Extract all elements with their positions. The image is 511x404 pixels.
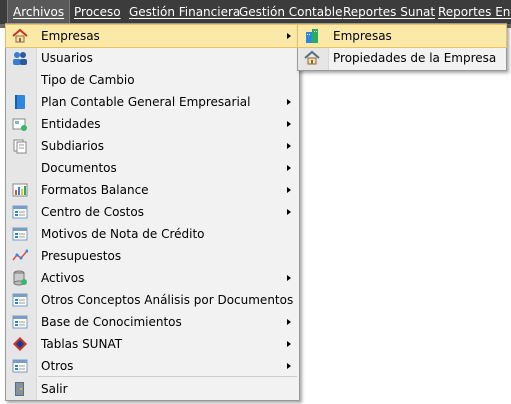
- submenu-arrow-icon: [287, 143, 291, 149]
- menu-item-documentos[interactable]: Documentos: [6, 157, 299, 179]
- menu-item-tablas-sunat[interactable]: Tablas SUNAT: [6, 333, 299, 355]
- menu-item-label: Base de Conocimientos: [41, 315, 182, 329]
- menu-item-base-de-conocimientos[interactable]: Base de Conocimientos: [6, 311, 299, 333]
- submenu-item-propiedades-empresa[interactable]: Propiedades de la Empresa: [298, 47, 506, 69]
- menu-item-label: Empresas: [333, 29, 392, 43]
- users-icon: [13, 52, 27, 65]
- submenu-arrow-icon: [287, 209, 291, 215]
- submenu-item-empresas[interactable]: Empresas: [297, 24, 507, 48]
- menu-archivos[interactable]: Archivos: [6, 0, 71, 25]
- form-icon: [12, 293, 28, 307]
- menu-item-motivos-nota-credito[interactable]: Motivos de Nota de Crédito: [6, 223, 299, 245]
- menu-item-tipo-de-cambio[interactable]: Tipo de Cambio: [6, 69, 299, 91]
- book-icon: [15, 95, 25, 109]
- submenu-arrow-icon: [287, 33, 291, 39]
- menu-item-label: Salir: [41, 382, 68, 396]
- entities-icon: [12, 118, 27, 131]
- form-icon: [12, 359, 28, 373]
- submenu-arrow-icon: [287, 275, 291, 281]
- menu-item-label: Empresas: [41, 29, 100, 43]
- menu-gestion-financiera[interactable]: Gestión Financiera: [124, 0, 245, 24]
- exit-door-icon: [15, 382, 24, 396]
- menu-separator: [38, 376, 297, 377]
- menu-proceso[interactable]: Proceso: [69, 0, 126, 24]
- menu-gestion-contable[interactable]: Gestión Contable: [234, 0, 347, 24]
- menu-item-label: Otros: [41, 359, 74, 373]
- submenu-arrow-icon: [287, 99, 291, 105]
- menu-item-label: Centro de Costos: [41, 205, 144, 219]
- menu-item-label: Motivos de Nota de Crédito: [41, 227, 205, 241]
- form-icon: [12, 227, 28, 241]
- house-icon: [304, 50, 320, 65]
- submenu-arrow-icon: [287, 341, 291, 347]
- menu-item-plan-contable[interactable]: Plan Contable General Empresarial: [6, 91, 299, 113]
- menu-item-empresas[interactable]: Empresas: [5, 24, 300, 48]
- menu-bar: Archivos Proceso Gestión Financiera Gest…: [0, 0, 511, 25]
- menu-item-salir[interactable]: Salir: [6, 378, 299, 400]
- submenu-arrow-icon: [287, 121, 291, 127]
- menu-item-usuarios[interactable]: Usuarios: [6, 47, 299, 69]
- submenu-arrow-icon: [287, 319, 291, 325]
- menu-item-centro-de-costos[interactable]: Centro de Costos: [6, 201, 299, 223]
- menu-item-label: Presupuestos: [41, 249, 122, 263]
- line-chart-icon: [12, 249, 28, 261]
- menu-item-label: Usuarios: [41, 51, 93, 65]
- database-icon: [13, 270, 27, 286]
- menu-item-activos[interactable]: Activos: [6, 267, 299, 289]
- menu-item-entidades[interactable]: Entidades: [6, 113, 299, 135]
- menu-item-label: Tipo de Cambio: [41, 73, 135, 87]
- buildings-icon: [306, 29, 318, 43]
- submenu-arrow-icon: [287, 363, 291, 369]
- menu-reportes-sunat[interactable]: Reportes Sunat: [338, 0, 440, 24]
- menu-item-label: Tablas SUNAT: [41, 337, 123, 351]
- form-icon: [12, 205, 28, 219]
- menu-item-otros[interactable]: Otros: [6, 355, 299, 377]
- menu-item-formatos-balance[interactable]: Formatos Balance: [6, 179, 299, 201]
- menu-item-label: Activos: [41, 271, 85, 285]
- form-icon: [12, 315, 28, 329]
- menu-item-label: Formatos Balance: [41, 183, 149, 197]
- house-icon: [12, 28, 28, 43]
- menu-item-label: Entidades: [41, 117, 101, 131]
- submenu-arrow-icon: [287, 187, 291, 193]
- menu-item-label: Propiedades de la Empresa: [333, 51, 497, 65]
- menu-reportes-ente[interactable]: Reportes Ente: [433, 0, 511, 24]
- menu-item-label: Otros Conceptos Análisis por Documentos: [41, 293, 294, 307]
- menu-item-label: Documentos: [41, 161, 117, 175]
- bar-chart-icon: [12, 183, 28, 197]
- pages-icon: [13, 139, 27, 154]
- menu-item-subdiarios[interactable]: Subdiarios: [6, 135, 299, 157]
- sunat-logo-icon: [13, 337, 27, 351]
- archivos-dropdown-menu: Empresas Usuarios Tipo de Cambio Plan Co…: [5, 23, 300, 401]
- menu-item-label: Plan Contable General Empresarial: [41, 95, 251, 109]
- submenu-arrow-icon: [287, 165, 291, 171]
- empresas-submenu: Empresas Propiedades de la Empresa: [297, 23, 507, 71]
- menu-item-label: Subdiarios: [41, 139, 105, 153]
- menu-item-presupuestos[interactable]: Presupuestos: [6, 245, 299, 267]
- menu-item-otros-conceptos[interactable]: Otros Conceptos Análisis por Documentos: [6, 289, 299, 311]
